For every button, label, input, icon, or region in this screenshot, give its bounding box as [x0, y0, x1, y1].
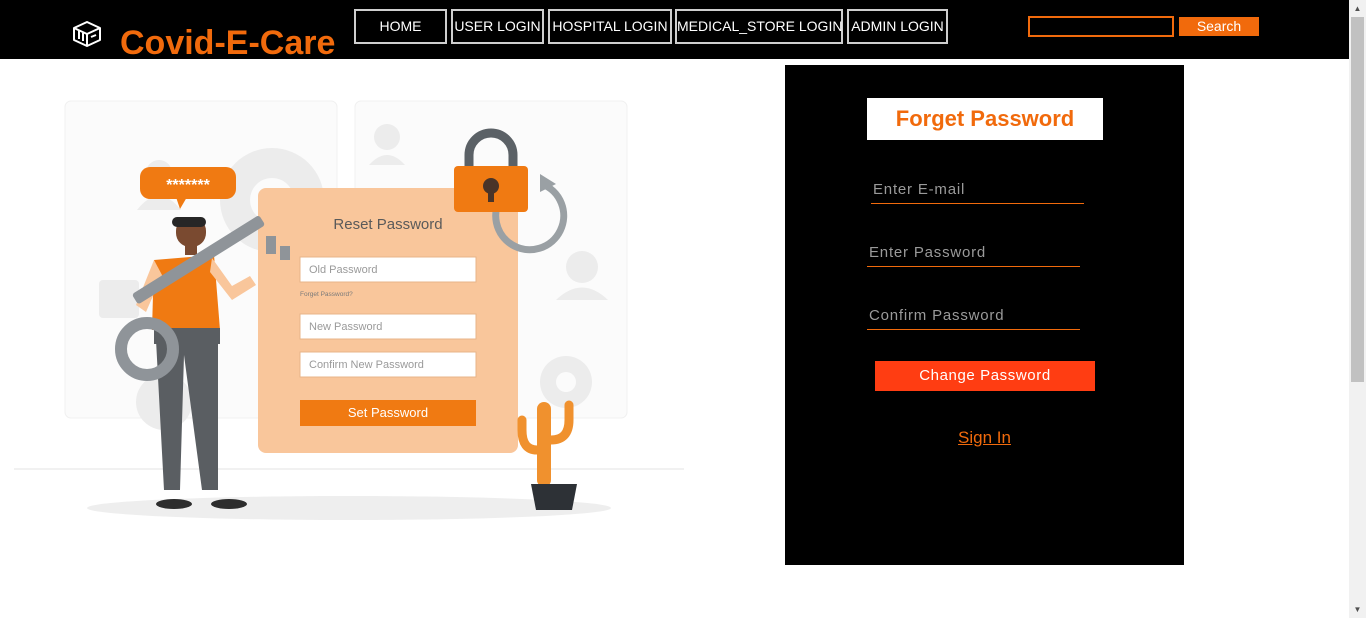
brand-title: Covid-E-Care — [120, 24, 336, 62]
form-title: Forget Password — [867, 98, 1103, 140]
email-field[interactable] — [871, 176, 1084, 204]
search-button[interactable]: Search — [1179, 17, 1259, 36]
hospital-box-icon — [73, 21, 101, 47]
scroll-down-icon[interactable]: ▼ — [1349, 601, 1366, 618]
nav-home[interactable]: HOME — [354, 9, 447, 44]
top-navbar: Covid-E-Care HOME USER LOGIN HOSPITAL LO… — [0, 0, 1349, 62]
scroll-up-icon[interactable]: ▲ — [1349, 0, 1366, 17]
nav-user-login[interactable]: USER LOGIN — [451, 9, 544, 44]
nav-medical-store-login[interactable]: MEDICAL_STORE LOGIN — [675, 9, 843, 44]
password-field[interactable] — [867, 239, 1080, 267]
illustration-forgot-link: Forget Password? — [300, 291, 353, 298]
sign-in-link-text[interactable]: Sign In — [958, 428, 1011, 447]
scrollbar-thumb[interactable] — [1351, 17, 1364, 382]
illustration-bubble-text: ******* — [166, 177, 210, 194]
illustration-old-password: Old Password — [309, 264, 377, 276]
sign-in-link: Sign In — [785, 428, 1184, 448]
change-password-button[interactable]: Change Password — [875, 361, 1095, 391]
illustration-new-password: New Password — [309, 321, 382, 333]
nav-admin-login[interactable]: ADMIN LOGIN — [847, 9, 948, 44]
illustration-set-password: Set Password — [348, 405, 428, 420]
illustration-confirm-password: Confirm New Password — [309, 359, 424, 371]
page-scrollbar[interactable]: ▲ ▼ — [1349, 0, 1366, 618]
search-input[interactable] — [1028, 16, 1174, 37]
reset-password-illustration: Reset Password Old Password Forget Passw… — [4, 90, 694, 565]
illustration-card-title: Reset Password — [333, 216, 442, 233]
confirm-password-field[interactable] — [867, 302, 1080, 330]
nav-hospital-login[interactable]: HOSPITAL LOGIN — [548, 9, 672, 44]
forget-password-panel: Forget Password Change Password Sign In — [785, 65, 1184, 565]
